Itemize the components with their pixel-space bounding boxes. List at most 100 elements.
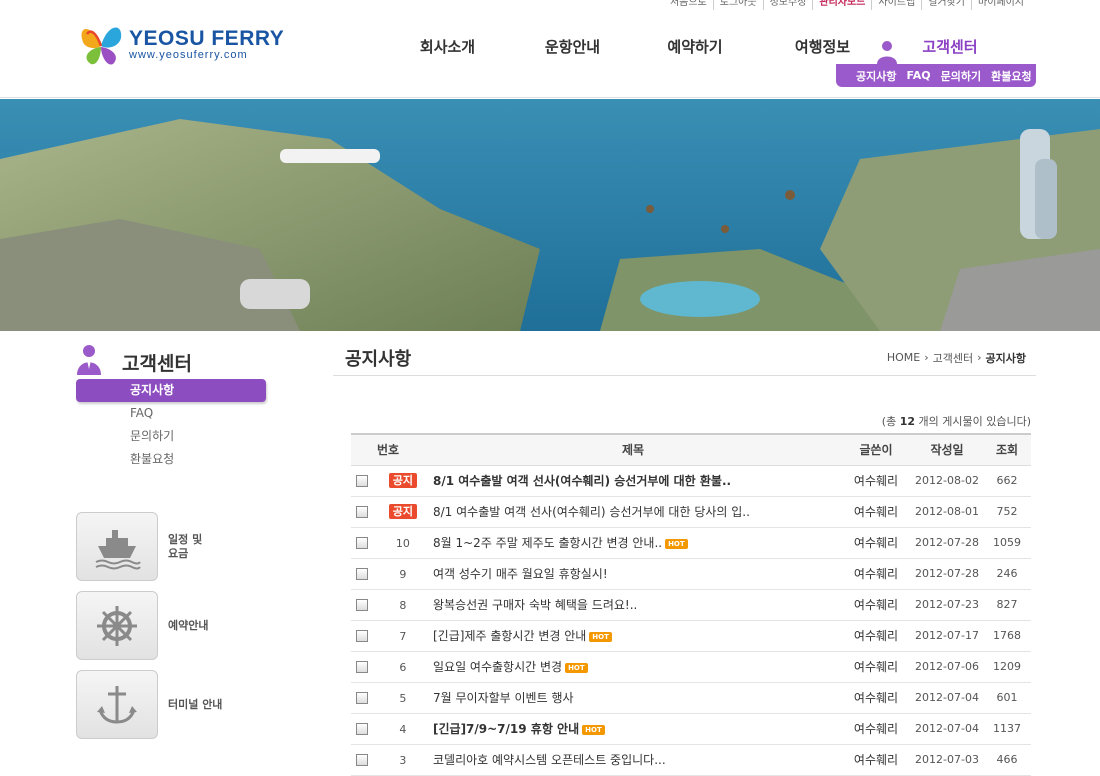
hot-badge: HOT bbox=[589, 631, 612, 642]
site-logo[interactable]: YEOSU FERRY www.yeosuferry.com bbox=[77, 20, 284, 68]
quick-link-terminal[interactable]: 터미널 안내 bbox=[76, 670, 256, 739]
row-subject-link[interactable]: 8/1 여수출발 여객 선사(여수훼리) 승선거부에 대한 환불.. bbox=[433, 474, 731, 488]
table-row[interactable]: 9 여객 성수기 매주 월요일 휴항실시! 여수훼리 2012-07-28 24… bbox=[351, 558, 1031, 590]
row-writer: 여수훼리 bbox=[841, 620, 911, 652]
col-header-views: 조회 bbox=[983, 433, 1031, 466]
row-checkbox[interactable] bbox=[356, 474, 369, 487]
row-subject-link[interactable]: 7월 무이자할부 이벤트 행사 bbox=[433, 691, 574, 705]
chevron-right-icon: › bbox=[924, 351, 929, 364]
row-number-cell: 3 bbox=[351, 744, 425, 776]
row-checkbox[interactable] bbox=[356, 537, 369, 549]
utility-nav: 처음으로 로그아웃 정보수정 관리자모드 사이트맵 길거찾기 마이페이지 bbox=[664, 0, 1030, 10]
row-views: 1768 bbox=[983, 620, 1031, 652]
main-nav: 회사소개 운항안내 예약하기 여행정보 고객센터 bbox=[380, 36, 1015, 57]
util-link-mypage[interactable]: 마이페이지 bbox=[971, 0, 1030, 10]
table-row[interactable]: 공지 8/1 여수출발 여객 선사(여수훼리) 승선거부에 대한 당사의 입..… bbox=[351, 496, 1031, 528]
row-views: 1209 bbox=[983, 651, 1031, 683]
col-header-date: 작성일 bbox=[911, 433, 983, 466]
breadcrumb-customer-center[interactable]: 고객센터 bbox=[933, 350, 973, 366]
row-writer: 여수훼리 bbox=[841, 744, 911, 776]
row-checkbox[interactable] bbox=[356, 568, 369, 580]
table-row[interactable]: 6 일요일 여수출항시간 변경 HOT 여수훼리 2012-07-06 1209 bbox=[351, 651, 1031, 683]
row-subject-cell: 일요일 여수출항시간 변경 HOT bbox=[425, 651, 841, 683]
row-checkbox[interactable] bbox=[356, 661, 369, 673]
chevron-right-icon: › bbox=[977, 351, 982, 364]
quick-link-schedule[interactable]: 일정 및 요금 bbox=[76, 512, 256, 581]
row-number: 6 bbox=[399, 660, 407, 674]
table-row[interactable]: 5 7월 무이자할부 이벤트 행사 여수훼리 2012-07-04 601 bbox=[351, 682, 1031, 714]
row-date: 2012-07-04 bbox=[911, 713, 983, 745]
row-date: 2012-07-04 bbox=[911, 682, 983, 714]
breadcrumb-home[interactable]: HOME bbox=[887, 351, 920, 364]
util-link-home[interactable]: 처음으로 bbox=[664, 0, 713, 10]
nav-item-company[interactable]: 회사소개 bbox=[380, 36, 515, 57]
row-subject-link[interactable]: 8/1 여수출발 여객 선사(여수훼리) 승선거부에 대한 당사의 입.. bbox=[433, 505, 750, 519]
row-number: 3 bbox=[399, 753, 407, 767]
row-date: 2012-07-28 bbox=[911, 558, 983, 590]
util-link-logout[interactable]: 로그아웃 bbox=[712, 0, 763, 10]
util-link-sitemap[interactable]: 사이트맵 bbox=[871, 0, 921, 10]
subnav-item-notice[interactable]: 공지사항 bbox=[856, 68, 896, 84]
table-row[interactable]: 4 [긴급]7/9~7/19 휴항 안내 HOT 여수훼리 2012-07-04 … bbox=[351, 713, 1031, 745]
post-count: (총 12 개의 게시물이 있습니다) bbox=[882, 413, 1031, 429]
hot-badge: HOT bbox=[565, 662, 588, 673]
util-link-admin[interactable]: 관리자모드 bbox=[812, 0, 871, 10]
row-checkbox[interactable] bbox=[356, 754, 369, 766]
nav-item-reservation[interactable]: 예약하기 bbox=[630, 36, 760, 57]
table-row[interactable]: 공지 8/1 여수출발 여객 선사(여수훼리) 승선거부에 대한 환불.. 여수… bbox=[351, 465, 1031, 497]
col-header-subject: 제목 bbox=[425, 433, 841, 466]
row-views: 752 bbox=[983, 496, 1031, 528]
subnav-item-refund[interactable]: 환불요청 bbox=[991, 68, 1031, 84]
anchor-icon bbox=[76, 670, 158, 739]
row-date: 2012-07-06 bbox=[911, 651, 983, 683]
row-number: 5 bbox=[399, 691, 407, 705]
row-views: 466 bbox=[983, 744, 1031, 776]
row-views: 246 bbox=[983, 558, 1031, 590]
row-views: 1137 bbox=[983, 713, 1031, 745]
sub-nav: 공지사항 FAQ 문의하기 환불요청 bbox=[836, 64, 1036, 87]
breadcrumb-current: 공지사항 bbox=[985, 351, 1026, 365]
nav-item-customer-center[interactable]: 고객센터 bbox=[885, 36, 1015, 57]
row-checkbox[interactable] bbox=[356, 723, 369, 735]
row-checkbox[interactable] bbox=[356, 599, 369, 611]
row-subject-cell: 여객 성수기 매주 월요일 휴항실시! bbox=[425, 558, 841, 590]
row-number-cell: 공지 bbox=[351, 465, 425, 497]
sidebar-item-inquiry[interactable]: 문의하기 bbox=[76, 425, 266, 448]
table-row[interactable]: 8 왕복승선권 구매자 숙박 혜택을 드려요!.. 여수훼리 2012-07-2… bbox=[351, 589, 1031, 621]
row-checkbox[interactable] bbox=[356, 692, 369, 704]
row-subject-link[interactable]: 왕복승선권 구매자 숙박 혜택을 드려요!.. bbox=[433, 598, 637, 612]
row-subject-cell: 7월 무이자할부 이벤트 행사 bbox=[425, 682, 841, 714]
row-date: 2012-07-03 bbox=[911, 744, 983, 776]
subnav-item-faq[interactable]: FAQ bbox=[906, 69, 930, 82]
sidebar-item-refund[interactable]: 환불요청 bbox=[76, 448, 266, 471]
row-subject-link[interactable]: 일요일 여수출항시간 변경 bbox=[433, 660, 562, 674]
sidebar-item-notice[interactable]: 공지사항 bbox=[76, 379, 266, 402]
row-views: 1059 bbox=[983, 527, 1031, 559]
row-number: 10 bbox=[395, 536, 410, 550]
row-subject-link[interactable]: 여객 성수기 매주 월요일 휴항실시! bbox=[433, 567, 608, 581]
ship-icon bbox=[76, 512, 158, 581]
notice-badge: 공지 bbox=[388, 504, 418, 519]
row-subject-link[interactable]: [긴급]제주 출항시간 변경 안내 bbox=[433, 629, 586, 643]
nav-item-operation[interactable]: 운항안내 bbox=[515, 36, 630, 57]
row-checkbox[interactable] bbox=[356, 505, 369, 518]
util-link-directions[interactable]: 길거찾기 bbox=[921, 0, 971, 10]
quick-link-reservation[interactable]: 예약안내 bbox=[76, 591, 256, 660]
page-title: 공지사항 bbox=[345, 348, 412, 370]
customer-center-person-icon bbox=[76, 345, 102, 379]
row-subject-link[interactable]: 코델리아호 예약시스템 오픈테스트 중입니다... bbox=[433, 753, 666, 767]
row-subject-cell: 코델리아호 예약시스템 오픈테스트 중입니다... bbox=[425, 744, 841, 776]
table-row[interactable]: 3 코델리아호 예약시스템 오픈테스트 중입니다... 여수훼리 2012-07… bbox=[351, 744, 1031, 776]
nav-item-travel-info[interactable]: 여행정보 bbox=[760, 36, 885, 57]
subnav-item-inquiry[interactable]: 문의하기 bbox=[941, 68, 981, 84]
row-subject-link[interactable]: 8월 1~2주 주말 제주도 출항시간 변경 안내.. bbox=[433, 536, 662, 550]
table-row[interactable]: 7 [긴급]제주 출항시간 변경 안내 HOT 여수훼리 2012-07-17 1… bbox=[351, 620, 1031, 652]
util-link-edit-profile[interactable]: 정보수정 bbox=[762, 0, 813, 10]
row-views: 827 bbox=[983, 589, 1031, 621]
row-number-cell: 공지 bbox=[351, 496, 425, 528]
helm-icon bbox=[76, 591, 158, 660]
sidebar-item-faq[interactable]: FAQ bbox=[76, 402, 266, 425]
table-row[interactable]: 10 8월 1~2주 주말 제주도 출항시간 변경 안내.. HOT 여수훼리 2… bbox=[351, 527, 1031, 559]
row-subject-link[interactable]: [긴급]7/9~7/19 휴항 안내 bbox=[433, 722, 579, 736]
row-checkbox[interactable] bbox=[356, 630, 369, 642]
